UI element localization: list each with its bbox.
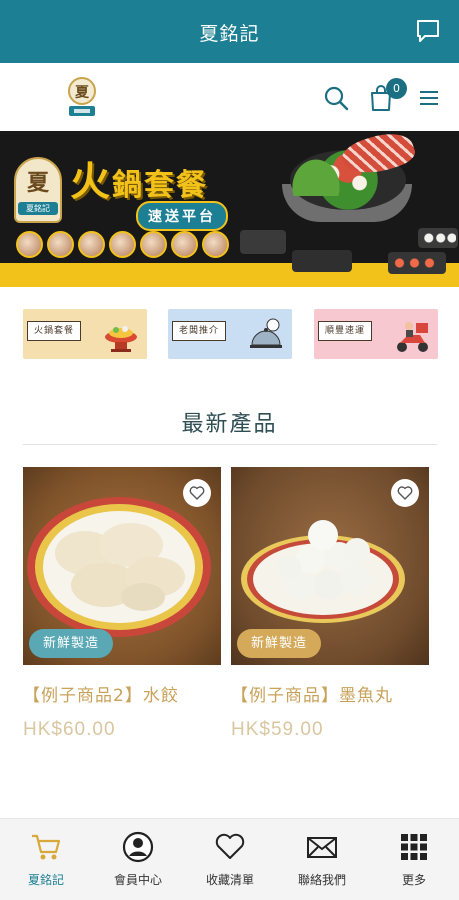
food-thumbnail [202, 231, 229, 258]
banner-title-big: 火 [70, 158, 112, 205]
category-label: 順豐速運 [318, 321, 373, 341]
nav-item-contact[interactable]: 聯絡我們 [276, 819, 368, 900]
food-thumbnail [109, 231, 136, 258]
app-title: 夏銘記 [199, 23, 260, 45]
cart-icon [30, 831, 62, 863]
nav-item-favorites[interactable]: 收藏清單 [184, 819, 276, 900]
bottom-navigation: 夏銘記 會員中心 收藏清單 聯絡我們 更多 [0, 818, 459, 900]
banner-seal-char: 夏 [26, 170, 49, 196]
nav-label: 收藏清單 [205, 873, 254, 887]
nav-item-more[interactable]: 更多 [368, 819, 459, 900]
nav-item-member[interactable]: 會員中心 [92, 819, 184, 900]
food-thumbnail [140, 231, 167, 258]
banner-plate [240, 230, 286, 254]
banner-title: 火鍋套餐 [70, 149, 208, 207]
category-label: 老闆推介 [172, 321, 227, 341]
product-image-fish-balls[interactable]: 新鮮製造 [231, 467, 429, 665]
heart-icon [214, 831, 246, 863]
banner-seal-name: 夏銘記 [18, 202, 58, 215]
hamburger-menu-icon[interactable] [419, 89, 439, 107]
product-name[interactable]: 【例子商品】墨魚丸 [231, 683, 429, 709]
section-divider [23, 444, 437, 445]
chef-cloche-icon [246, 315, 286, 355]
user-avatar-icon [122, 831, 154, 863]
grid-icon [398, 831, 430, 863]
heart-icon [189, 486, 205, 500]
nav-label: 更多 [401, 873, 426, 887]
banner-fish-balls [422, 232, 456, 244]
nav-label: 夏銘記 [27, 873, 64, 887]
product-card[interactable]: 新鮮製造 【例子商品2】水餃 HK$60.00 [23, 467, 221, 741]
nav-label: 聯絡我們 [297, 873, 346, 887]
food-thumbnail [171, 231, 198, 258]
fresh-made-badge: 新鮮製造 [237, 629, 322, 658]
heart-icon [397, 486, 413, 500]
banner-subtitle: 速送平台 [136, 201, 228, 231]
banner-title-rest: 鍋套餐 [112, 168, 208, 203]
banner-plate [292, 250, 352, 272]
brand-logo-icon[interactable]: 夏 [66, 75, 98, 121]
banner-shrimp [392, 256, 442, 270]
cart-count-badge: 0 [386, 78, 407, 99]
nav-item-home[interactable]: 夏銘記 [0, 819, 92, 900]
chat-bubble-icon[interactable] [415, 18, 441, 44]
hotpot-icon [101, 315, 141, 355]
category-boss-recommend[interactable]: 老闆推介 [168, 309, 292, 359]
banner-food-thumbnails [16, 231, 229, 258]
product-price: HK$59.00 [231, 719, 324, 740]
product-card[interactable]: 新鮮製造 【例子商品】墨魚丸 HK$59.00 [231, 467, 429, 741]
search-icon[interactable] [323, 85, 349, 111]
category-label: 火鍋套餐 [27, 321, 82, 341]
delivery-scooter-icon [392, 315, 432, 355]
nav-label: 會員中心 [113, 873, 162, 887]
site-header: 夏 0 [0, 63, 459, 131]
fresh-made-badge: 新鮮製造 [29, 629, 114, 658]
product-price: HK$60.00 [23, 719, 116, 740]
favorite-button[interactable] [391, 479, 419, 507]
category-sf-express[interactable]: 順豐速運 [314, 309, 438, 359]
banner-greens [286, 152, 346, 196]
product-name[interactable]: 【例子商品2】水餃 [23, 683, 221, 709]
category-hotpot-set[interactable]: 火鍋套餐 [23, 309, 147, 359]
banner-seal: 夏 夏銘記 [14, 157, 62, 223]
envelope-icon [306, 831, 338, 863]
food-thumbnail [16, 231, 43, 258]
svg-text:夏: 夏 [75, 84, 90, 101]
food-thumbnail [47, 231, 74, 258]
favorite-button[interactable] [183, 479, 211, 507]
food-thumbnail [78, 231, 105, 258]
app-bar: 夏銘記 [0, 0, 459, 63]
section-title-new-products: 最新產品 [181, 412, 278, 437]
product-image-dumplings[interactable]: 新鮮製造 [23, 467, 221, 665]
